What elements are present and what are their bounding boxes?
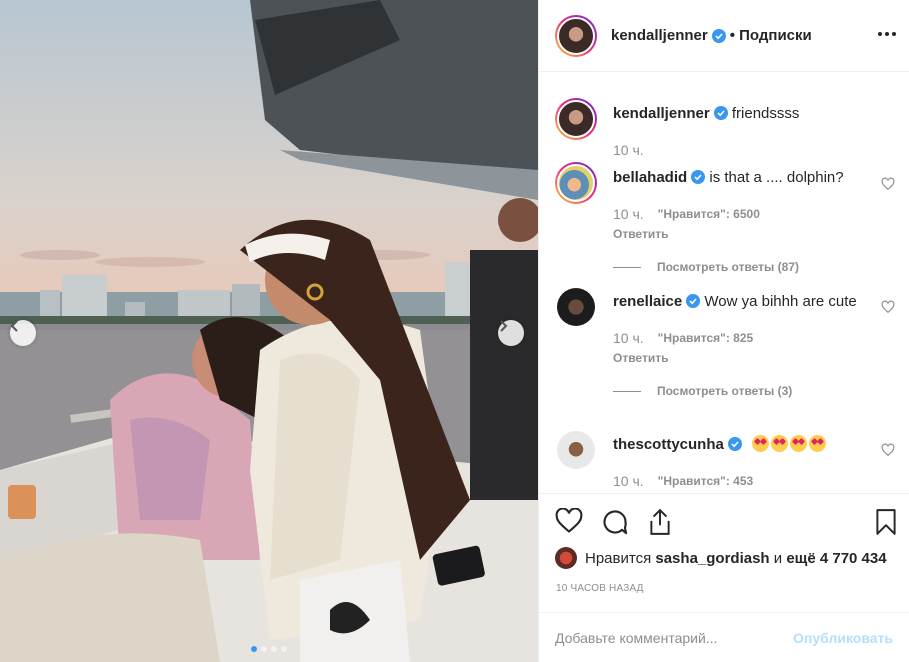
reply-button[interactable]: Ответить [613, 348, 863, 368]
next-photo-button[interactable] [498, 320, 524, 346]
publish-button[interactable]: Опубликовать [793, 630, 893, 646]
comment-icon[interactable] [601, 508, 629, 536]
post-header: kendalljenner • Подписки [539, 0, 909, 72]
post-time-ago[interactable]: 10 ЧАСОВ НАЗАД [556, 583, 644, 594]
heart-icon[interactable] [555, 508, 583, 534]
chevron-left-icon [10, 320, 18, 332]
comment-username[interactable]: renellaice [613, 293, 682, 310]
comment-likes[interactable]: "Нравится": 453 [658, 471, 754, 491]
liker-username[interactable]: sasha_gordiash [655, 550, 769, 567]
carousel-dot [281, 646, 287, 652]
caption-time: 10 ч. [613, 142, 644, 158]
chevron-right-icon [500, 320, 508, 332]
carousel-dot [251, 646, 257, 652]
verified-icon [711, 28, 726, 43]
comment-likes[interactable]: "Нравится": 6500 [658, 204, 760, 224]
verified-icon [686, 294, 701, 308]
comment-emoji-text [752, 435, 828, 453]
likes-prefix: Нравится [585, 549, 652, 567]
carousel-dot [271, 646, 277, 652]
comment-time: 10 ч. [613, 330, 644, 346]
post-side-panel: kendalljenner • Подписки kendalljenner f… [538, 0, 909, 662]
comment-text: Wow ya bihhh are cute [704, 293, 857, 310]
action-bar [539, 493, 909, 549]
heart-eyes-emoji [752, 435, 770, 452]
caption-text: friendssss [731, 105, 800, 122]
caption-author-username[interactable]: kendalljenner [613, 105, 710, 122]
heart-eyes-emoji [809, 435, 827, 452]
heart-eyes-emoji [790, 435, 808, 452]
share-icon[interactable] [647, 508, 673, 536]
carousel-indicator [0, 646, 538, 652]
following-button[interactable]: • Подписки [730, 27, 812, 44]
photo-illustration [0, 0, 538, 662]
comment-like-icon[interactable] [881, 300, 895, 314]
add-comment-bar: Добавьте комментарий... Опубликовать [539, 612, 909, 662]
more-icon[interactable] [877, 24, 897, 44]
likes-and: и [773, 549, 783, 567]
heart-eyes-emoji [771, 435, 789, 452]
comment-username[interactable]: thescottycunha [613, 436, 724, 453]
divider-line [613, 390, 641, 392]
comment-text: is that a .... dolphin? [709, 169, 844, 186]
view-replies-label: Посмотреть ответы (3) [657, 384, 793, 398]
divider-line [613, 266, 641, 268]
comment-likes[interactable]: "Нравится": 825 [658, 328, 754, 348]
liker-avatar[interactable] [555, 547, 577, 569]
verified-icon [691, 170, 706, 184]
view-replies-button[interactable]: Посмотреть ответы (87) [613, 257, 863, 277]
comment-input[interactable]: Добавьте комментарий... [555, 630, 793, 646]
caption-author-avatar[interactable] [555, 98, 597, 140]
view-replies-label: Посмотреть ответы (87) [657, 260, 799, 274]
comment-time: 10 ч. [613, 206, 644, 222]
comment-like-icon[interactable] [881, 177, 895, 191]
previous-photo-button[interactable] [10, 320, 36, 346]
comment-username[interactable]: bellahadid [613, 169, 687, 186]
post-photo[interactable] [0, 0, 538, 662]
view-replies-button[interactable]: Посмотреть ответы (3) [613, 381, 863, 401]
verified-icon [713, 106, 728, 120]
verified-icon [727, 437, 742, 451]
author-avatar[interactable] [555, 14, 597, 57]
reply-button[interactable]: Ответить [613, 224, 863, 244]
carousel-dot [261, 646, 267, 652]
comment-avatar[interactable] [557, 288, 595, 326]
likes-count[interactable]: ещё 4 770 434 [786, 550, 886, 567]
comment-time: 10 ч. [613, 473, 644, 489]
comment-like-icon[interactable] [881, 443, 895, 457]
comment-avatar[interactable] [555, 162, 597, 204]
comments-list[interactable]: kendalljenner friendssss 10 ч. bellahadi… [539, 73, 909, 493]
author-username[interactable]: kendalljenner [611, 27, 708, 44]
bookmark-icon[interactable] [875, 508, 897, 536]
comment-avatar[interactable] [557, 431, 595, 469]
likes-summary: Нравится sasha_gordiash и ещё 4 770 434 [555, 547, 887, 569]
